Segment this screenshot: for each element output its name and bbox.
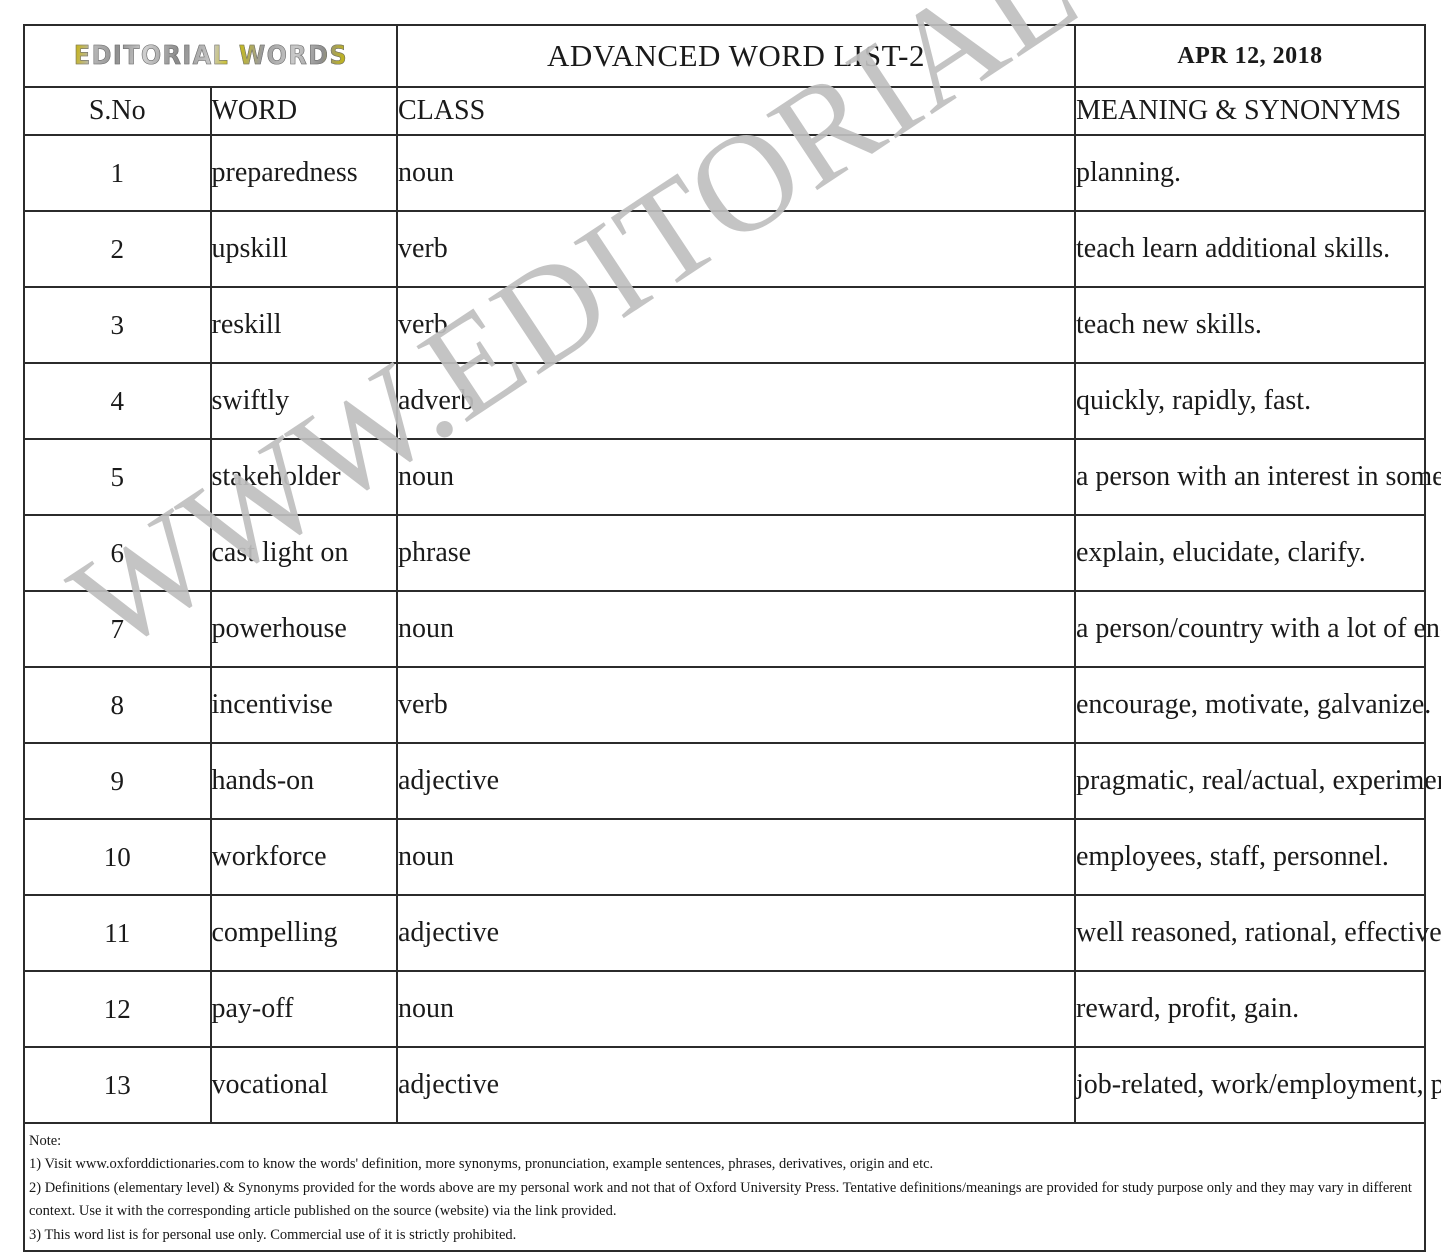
cell-word: hands-on bbox=[209, 742, 398, 820]
note-item-3: 3) This word list is for personal use on… bbox=[29, 1226, 517, 1243]
cell-word: cast light on bbox=[209, 514, 398, 592]
table-row: 7 powerhouse noun a person/country with … bbox=[23, 590, 1441, 668]
cell-meaning: a person with an interest in something. bbox=[1074, 438, 1441, 516]
cell-word: swiftly bbox=[209, 362, 398, 440]
cell-word: reskill bbox=[209, 286, 398, 364]
note-item-1: 1) Visit www.oxforddictionaries.com to k… bbox=[29, 1156, 934, 1173]
cell-sno: 12 bbox=[23, 970, 212, 1048]
editorial-words-logo: EDITORIAL WORDS bbox=[73, 41, 348, 71]
cell-meaning: well reasoned, rational, effective. bbox=[1074, 894, 1441, 972]
cell-word: vocational bbox=[209, 1046, 398, 1124]
column-header-word: WORD bbox=[209, 86, 398, 136]
cell-word: preparedness bbox=[209, 134, 398, 212]
notes-row: Note: 1) Visit www.oxforddictionaries.co… bbox=[23, 1122, 1426, 1252]
cell-meaning: job-related, work/employment, profession… bbox=[1074, 1046, 1441, 1124]
cell-class: adjective bbox=[396, 742, 1076, 820]
cell-meaning: quickly, rapidly, fast. bbox=[1074, 362, 1426, 440]
cell-word: workforce bbox=[209, 818, 398, 896]
cell-sno: 13 bbox=[23, 1046, 212, 1124]
table-row: 5 stakeholder noun a person with an inte… bbox=[23, 438, 1441, 516]
cell-sno: 1 bbox=[23, 134, 212, 212]
cell-class: noun bbox=[396, 590, 1076, 668]
cell-class: verb bbox=[396, 210, 1076, 288]
table-row: 11 compelling adjective well reasoned, r… bbox=[23, 894, 1441, 972]
cell-sno: 9 bbox=[23, 742, 212, 820]
cell-sno: 11 bbox=[23, 894, 212, 972]
notes-cell: Note: 1) Visit www.oxforddictionaries.co… bbox=[23, 1122, 1426, 1252]
table-row: 4 swiftly adverb quickly, rapidly, fast. bbox=[23, 362, 1426, 440]
cell-word: powerhouse bbox=[209, 590, 398, 668]
cell-word: stakeholder bbox=[209, 438, 398, 516]
cell-meaning: reward, profit, gain. bbox=[1074, 970, 1426, 1048]
cell-meaning: a person/country with a lot of energy, p… bbox=[1074, 590, 1441, 668]
issue-date: APR 12, 2018 bbox=[1177, 42, 1323, 69]
word-list-page: WWW.EDITORIALWORDS.COM EDITORIAL WORDS A… bbox=[0, 0, 1441, 1254]
cell-sno: 10 bbox=[23, 818, 212, 896]
cell-word: compelling bbox=[209, 894, 398, 972]
table-row: 13 vocational adjective job-related, wor… bbox=[23, 1046, 1441, 1124]
cell-sno: 2 bbox=[23, 210, 212, 288]
brand-logo-cell: EDITORIAL WORDS bbox=[23, 24, 398, 88]
cell-meaning: encourage, motivate, galvanize. bbox=[1074, 666, 1431, 744]
cell-word: upskill bbox=[209, 210, 398, 288]
cell-meaning: teach new skills. bbox=[1074, 286, 1426, 364]
cell-sno: 4 bbox=[23, 362, 212, 440]
cell-class: adjective bbox=[396, 894, 1076, 972]
cell-class: verb bbox=[396, 286, 1076, 364]
cell-sno: 3 bbox=[23, 286, 212, 364]
cell-meaning: pragmatic, real/actual, experimental. bbox=[1074, 742, 1441, 820]
notes-heading: Note: bbox=[29, 1132, 62, 1149]
cell-class: verb bbox=[396, 666, 1076, 744]
table-row: 2 upskill verb teach learn additional sk… bbox=[23, 210, 1426, 288]
cell-class: noun bbox=[396, 134, 1076, 212]
cell-meaning: teach learn additional skills. bbox=[1074, 210, 1426, 288]
word-list-table: EDITORIAL WORDS ADVANCED WORD LIST-2 APR… bbox=[23, 24, 1441, 1252]
issue-date-cell: APR 12, 2018 bbox=[1074, 24, 1426, 88]
notes-block: Note: 1) Visit www.oxforddictionaries.co… bbox=[25, 1127, 1424, 1247]
table-row: 6 cast light on phrase explain, elucidat… bbox=[23, 514, 1426, 592]
column-header-sno: S.No bbox=[23, 86, 212, 136]
table-row: 10 workforce noun employees, staff, pers… bbox=[23, 818, 1426, 896]
cell-meaning: planning. bbox=[1074, 134, 1426, 212]
cell-meaning: explain, elucidate, clarify. bbox=[1074, 514, 1426, 592]
column-header-meaning: MEANING & SYNONYMS bbox=[1074, 86, 1426, 136]
cell-word: pay-off bbox=[209, 970, 398, 1048]
table-row: 8 incentivise verb encourage, motivate, … bbox=[23, 666, 1431, 744]
cell-sno: 5 bbox=[23, 438, 212, 516]
column-header-class: CLASS bbox=[396, 86, 1076, 136]
cell-sno: 8 bbox=[23, 666, 212, 744]
cell-sno: 7 bbox=[23, 590, 212, 668]
table-row: 9 hands-on adjective pragmatic, real/act… bbox=[23, 742, 1441, 820]
banner-row: EDITORIAL WORDS ADVANCED WORD LIST-2 APR… bbox=[23, 24, 1426, 88]
cell-class: adjective bbox=[396, 1046, 1076, 1124]
cell-word: incentivise bbox=[209, 666, 398, 744]
table-row: 12 pay-off noun reward, profit, gain. bbox=[23, 970, 1426, 1048]
table-row: 1 preparedness noun planning. bbox=[23, 134, 1426, 212]
page-title: ADVANCED WORD LIST-2 bbox=[546, 38, 925, 73]
cell-class: phrase bbox=[396, 514, 1076, 592]
table-row: 3 reskill verb teach new skills. bbox=[23, 286, 1426, 364]
note-item-2: 2) Definitions (elementary level) & Syno… bbox=[29, 1179, 1412, 1220]
column-header-row: S.No WORD CLASS MEANING & SYNONYMS bbox=[23, 86, 1426, 136]
list-title-cell: ADVANCED WORD LIST-2 bbox=[396, 24, 1076, 88]
cell-class: noun bbox=[396, 438, 1076, 516]
cell-class: noun bbox=[396, 818, 1076, 896]
cell-sno: 6 bbox=[23, 514, 212, 592]
cell-meaning: employees, staff, personnel. bbox=[1074, 818, 1426, 896]
cell-class: noun bbox=[396, 970, 1076, 1048]
cell-class: adverb bbox=[396, 362, 1076, 440]
